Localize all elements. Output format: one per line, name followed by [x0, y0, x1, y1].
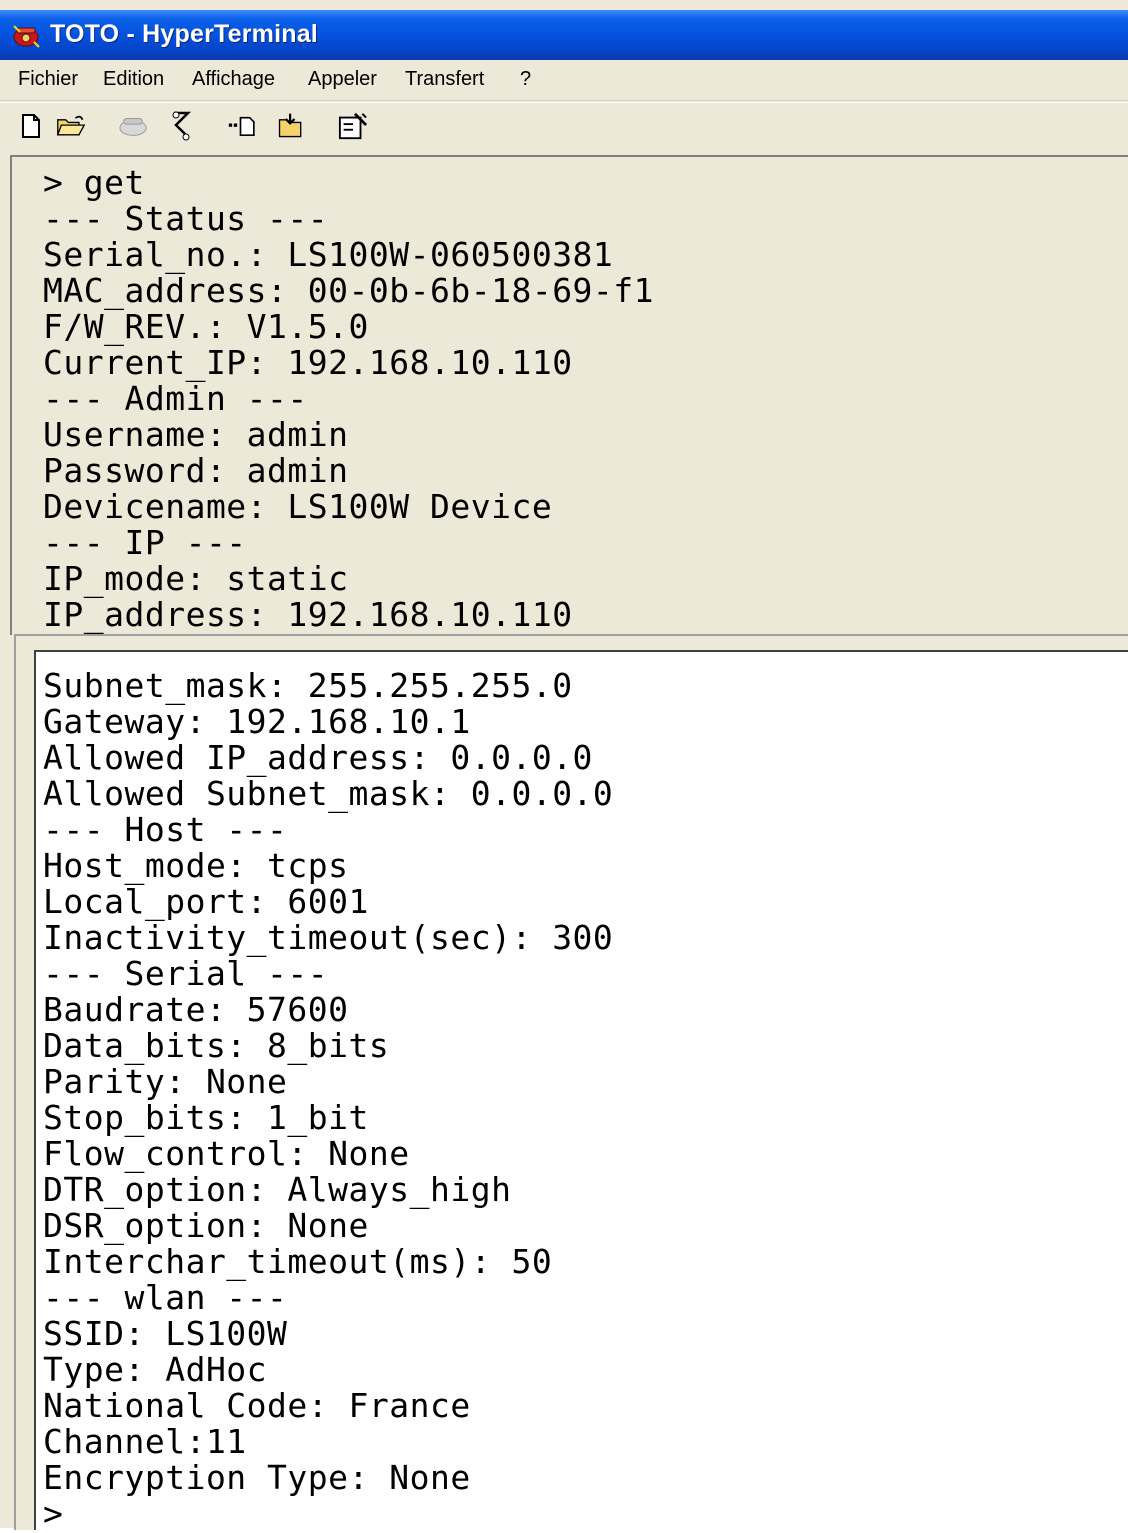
- call-icon[interactable]: [118, 109, 148, 143]
- terminal-line: --- IP ---: [43, 523, 247, 562]
- hyperterminal-window: TOTO - HyperTerminal Fichier Edition Aff…: [0, 0, 1128, 1533]
- terminal-line: Interchar_timeout(ms): 50: [43, 1242, 553, 1281]
- terminal-line: Gateway: 192.168.10.1: [43, 702, 471, 741]
- terminal-line: IP_mode: static: [43, 559, 349, 598]
- menu-fichier[interactable]: Fichier: [18, 68, 78, 91]
- terminal-line: Channel:11: [43, 1422, 247, 1461]
- terminal-line: Allowed IP_address: 0.0.0.0: [43, 738, 593, 777]
- menu-appeler[interactable]: Appeler: [308, 68, 377, 91]
- terminal-line: DSR_option: None: [43, 1206, 369, 1245]
- terminal-line: Local_port: 6001: [43, 882, 369, 921]
- open-folder-icon[interactable]: [56, 109, 86, 143]
- terminal-line: Type: AdHoc: [43, 1350, 268, 1389]
- terminal-line: IP_address: 192.168.10.110: [43, 595, 573, 634]
- terminal-line: Current_IP: 192.168.10.110: [43, 343, 573, 382]
- terminal-line: --- wlan ---: [43, 1278, 288, 1317]
- terminal-line: National Code: France: [43, 1386, 471, 1425]
- terminal-line: Encryption Type: None: [43, 1458, 471, 1497]
- terminal-line: F/W_REV.: V1.5.0: [43, 307, 369, 346]
- terminal-line: Stop_bits: 1_bit: [43, 1098, 369, 1137]
- toolbar: [0, 102, 1128, 153]
- disconnect-icon[interactable]: [166, 109, 196, 143]
- terminal-line: Subnet_mask: 255.255.255.0: [43, 666, 573, 705]
- terminal-line: --- Status ---: [43, 199, 329, 238]
- terminal-line: Baudrate: 57600: [43, 990, 349, 1029]
- menu-edition[interactable]: Edition: [103, 68, 164, 91]
- hyperterminal-phone-icon[interactable]: [12, 22, 40, 48]
- terminal-line: Flow_control: None: [43, 1134, 410, 1173]
- terminal-line: Username: admin: [43, 415, 349, 454]
- menu-affichage[interactable]: Affichage: [192, 68, 275, 91]
- receive-file-icon[interactable]: [276, 109, 306, 143]
- terminal-line: Serial_no.: LS100W-060500381: [43, 235, 614, 274]
- window-title: TOTO - HyperTerminal: [50, 20, 318, 48]
- terminal-line: Data_bits: 8_bits: [43, 1026, 390, 1065]
- terminal-line: --- Host ---: [43, 810, 288, 849]
- terminal-line: Parity: None: [43, 1062, 288, 1101]
- new-document-icon[interactable]: [16, 109, 46, 143]
- menu-help[interactable]: ?: [520, 68, 531, 91]
- terminal-active-pane[interactable]: Subnet_mask: 255.255.255.0 Gateway: 192.…: [34, 650, 1128, 1533]
- menu-transfert[interactable]: Transfert: [405, 68, 484, 91]
- terminal-line: Allowed Subnet_mask: 0.0.0.0: [43, 774, 614, 813]
- terminal-line: Password: admin: [43, 451, 349, 490]
- title-bar[interactable]: TOTO - HyperTerminal: [0, 10, 1128, 60]
- menu-bar: Fichier Edition Affichage Appeler Transf…: [0, 60, 1128, 101]
- terminal-line: DTR_option: Always_high: [43, 1170, 512, 1209]
- terminal-prompt: >: [43, 1494, 64, 1533]
- terminal-line: Devicename: LS100W Device: [43, 487, 553, 526]
- terminal-line: MAC_address: 00-0b-6b-18-69-f1: [43, 271, 655, 310]
- properties-icon[interactable]: [338, 109, 368, 143]
- terminal-line: Inactivity_timeout(sec): 300: [43, 918, 614, 957]
- terminal-line: SSID: LS100W: [43, 1314, 288, 1353]
- terminal-line: > get: [43, 163, 145, 202]
- terminal-line: --- Admin ---: [43, 379, 308, 418]
- terminal-scrollback-pane[interactable]: > get --- Status --- Serial_no.: LS100W-…: [10, 155, 1128, 635]
- send-file-icon[interactable]: [228, 109, 258, 143]
- terminal-line: --- Serial ---: [43, 954, 329, 993]
- terminal-line: Host_mode: tcps: [43, 846, 349, 885]
